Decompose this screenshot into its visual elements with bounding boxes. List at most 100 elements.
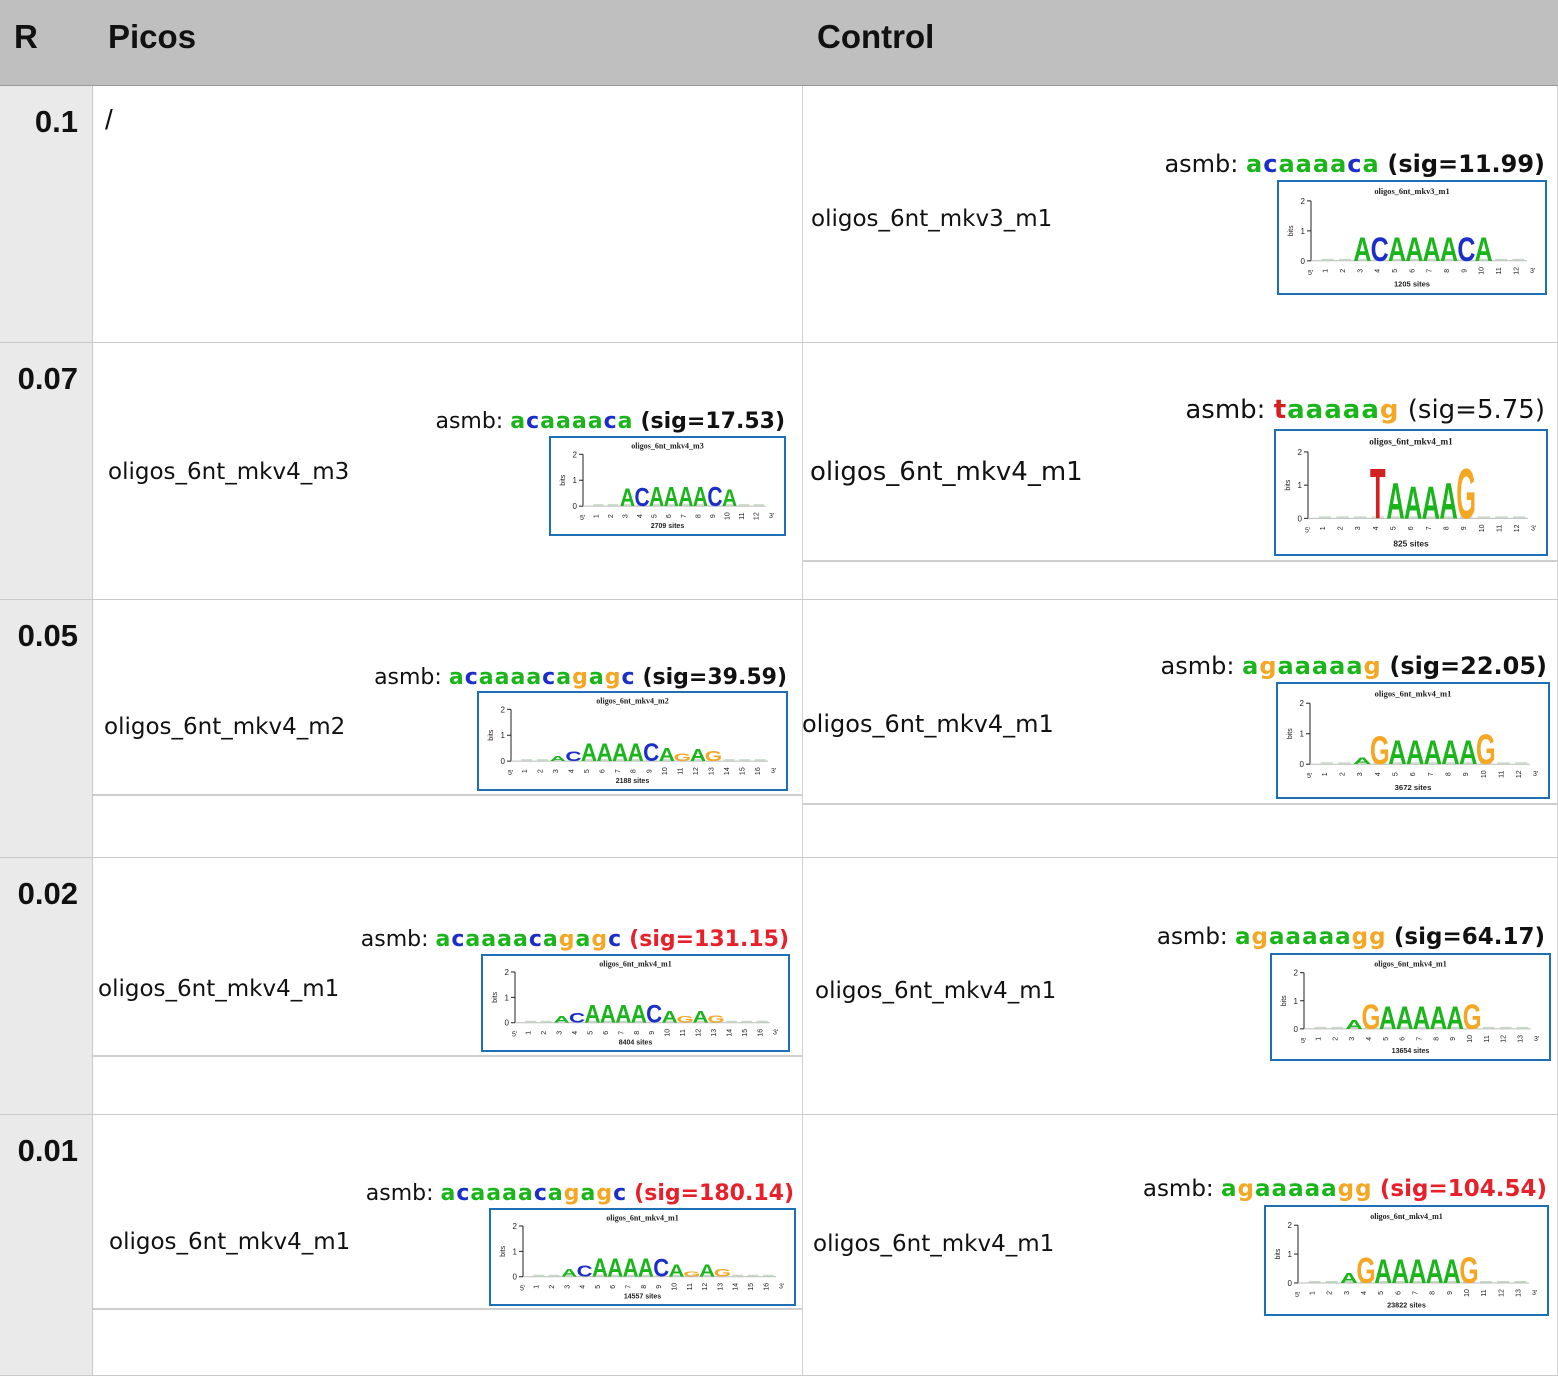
logo-xtick: 3 (553, 769, 560, 773)
logo-ytick: 2 (1298, 448, 1303, 457)
logo-title: oligos_6nt_mkv3_m1 (1374, 187, 1449, 196)
logo-ylabel: bits (500, 1245, 507, 1256)
control-cell: oligos_6nt_mkv4_m1 asmb: taaaaag (sig=5.… (803, 343, 1558, 600)
logo-ytick: 1 (573, 476, 578, 485)
logo-xtick: 12 (1498, 1289, 1505, 1297)
logo-letter: A (600, 1000, 616, 1029)
logo-xtick: 8 (695, 514, 702, 518)
logo-xtick: 4 (568, 769, 575, 773)
logo-letter: A (1379, 1000, 1397, 1036)
sig-value: (sig=64.17) (1393, 924, 1545, 950)
logo-ytick: 0 (1294, 1025, 1299, 1034)
logo-letter: C (643, 739, 659, 768)
logo-letter: A (1391, 1253, 1409, 1291)
logo-letter: A (1446, 1000, 1464, 1036)
logo-letter: A (1423, 231, 1441, 269)
logo-xtick: 11 (677, 767, 684, 774)
row-divider (93, 794, 803, 796)
logo-sites: 2188 sites (616, 778, 650, 785)
logo-5prime: 5' (1307, 773, 1312, 780)
sig-value: (sig=39.59) (642, 665, 787, 690)
motif-name: oligos_6nt_mkv4_m2 (104, 714, 346, 740)
logo-title: oligos_6nt_mkv4_m1 (1375, 688, 1452, 698)
logo-3prime: 3' (1534, 1036, 1539, 1043)
logo-letter: A (1345, 1018, 1363, 1032)
r-cell: 0.05 (0, 600, 93, 858)
logo-xtick: 7 (1413, 1291, 1420, 1295)
logo-xtick: 10 (1479, 524, 1486, 532)
logo-letter: G (676, 1015, 693, 1025)
logo-letter: A (1430, 1000, 1448, 1036)
picos-cell: oligos_6nt_mkv4_m3 asmb: acaaaaca (sig=1… (93, 343, 803, 600)
logo-5prime: 5' (1295, 1292, 1300, 1299)
logo-letter: G (1356, 1250, 1375, 1291)
asmb-label: asmb: (360, 927, 429, 952)
logo-xtick: 15 (740, 767, 747, 775)
sequence-logo: oligos_6nt_mkv4_m1 2 1 0 bits 5' 3' 1 2 3 4 5 6 7 8 9 10… (481, 954, 790, 1052)
logo-xtick: 9 (1447, 1291, 1454, 1295)
logo-letter: A (615, 1000, 631, 1029)
logo-xtick: 15 (748, 1283, 755, 1291)
logo-xtick: 8 (634, 1031, 641, 1035)
logo-title: oligos_6nt_mkv4_m1 (606, 1213, 678, 1222)
logo-letter: G (1362, 999, 1381, 1037)
logo-xtick: 3 (1357, 772, 1364, 776)
asmb-label: asmb: (1160, 652, 1235, 680)
logo-xtick: 3 (564, 1285, 571, 1289)
logo-title: oligos_6nt_mkv4_m1 (1374, 959, 1446, 968)
sequence-logo: oligos_6nt_mkv4_m1 2 1 0 bits 5' 3' 1 2 3 4 5 6 7 8 9 10… (1270, 953, 1551, 1061)
logo-xtick: 14 (726, 1029, 733, 1037)
logo-ytick: 1 (501, 731, 506, 740)
picos-cell: / (93, 86, 803, 343)
logo-letter: A (623, 1254, 639, 1283)
logo-letter: A (678, 483, 693, 513)
logo-letter: A (584, 1000, 600, 1029)
logo-xtick: 12 (1513, 267, 1520, 275)
logo-title: oligos_6nt_mkv4_m1 (1370, 1212, 1443, 1221)
sequence-logo: oligos_6nt_mkv4_m3 2 1 0 bits 5' 3' 1 2 3 4 5 6 7 8 9 10… (549, 436, 786, 536)
logo-xtick: 8 (641, 1285, 648, 1289)
logo-xtick: 9 (649, 1031, 656, 1035)
logo-xtick: 6 (1410, 772, 1417, 776)
logo-letter: A (1353, 756, 1372, 766)
logo-xtick: 11 (1497, 525, 1504, 532)
logo-5prime: 5' (1301, 1038, 1306, 1045)
logo-xtick: 5 (587, 1031, 594, 1035)
logo-xtick: 5 (1378, 1291, 1385, 1295)
logo-xtick: 8 (1444, 269, 1451, 273)
logo-letter: A (1404, 476, 1422, 528)
asmb-label: asmb: (1156, 924, 1228, 950)
logo-letter: A (1340, 1271, 1358, 1287)
logo-xtick: 11 (1496, 267, 1503, 274)
r-cell: 0.07 (0, 343, 93, 600)
logo-xtick: 2 (1327, 1291, 1334, 1295)
motif-name: oligos_6nt_mkv4_m1 (815, 978, 1057, 1004)
logo-letter: A (693, 483, 708, 513)
assembly-line: asmb: acaaaaca (sig=17.53) (435, 409, 785, 434)
logo-letter: C (565, 749, 581, 764)
logo-letter: A (1422, 476, 1440, 528)
logo-xtick: 5 (1393, 772, 1400, 776)
picos-cell: oligos_6nt_mkv4_m2 asmb: acaaaacagagc (s… (93, 600, 803, 858)
logo-xtick: 8 (1430, 1291, 1437, 1295)
logo-sites: 14557 sites (624, 1293, 661, 1300)
logo-letter: C (569, 1010, 585, 1026)
logo-ylabel: bits (1275, 1248, 1282, 1259)
assembly-line: asmb: agaaaaagg (sig=64.17) (1157, 924, 1545, 950)
logo-xtick: 4 (1366, 1037, 1373, 1041)
sequence-logo: oligos_6nt_mkv4_m1 2 1 0 bits 5' 3' 1 2 3 4 5 6 7 8 9 10… (1276, 682, 1550, 799)
logo-letter: A (1405, 231, 1423, 269)
logo-xtick: 5 (1392, 269, 1399, 273)
logo-xtick: 7 (626, 1285, 633, 1289)
logo-xtick: 2 (537, 769, 544, 773)
logo-xtick: 16 (755, 767, 762, 775)
logo-sites: 8404 sites (619, 1039, 653, 1046)
logo-ytick: 0 (505, 1019, 510, 1028)
logo-xtick: 15 (742, 1029, 749, 1037)
logo-letter: G (1476, 727, 1496, 774)
sig-value: (sig=104.54) (1379, 1176, 1547, 1202)
logo-ytick: 0 (1301, 257, 1306, 266)
logo-xtick: 3 (557, 1031, 564, 1035)
motif-name: oligos_6nt_mkv4_m1 (802, 710, 1054, 738)
logo-ytick: 2 (501, 705, 506, 714)
